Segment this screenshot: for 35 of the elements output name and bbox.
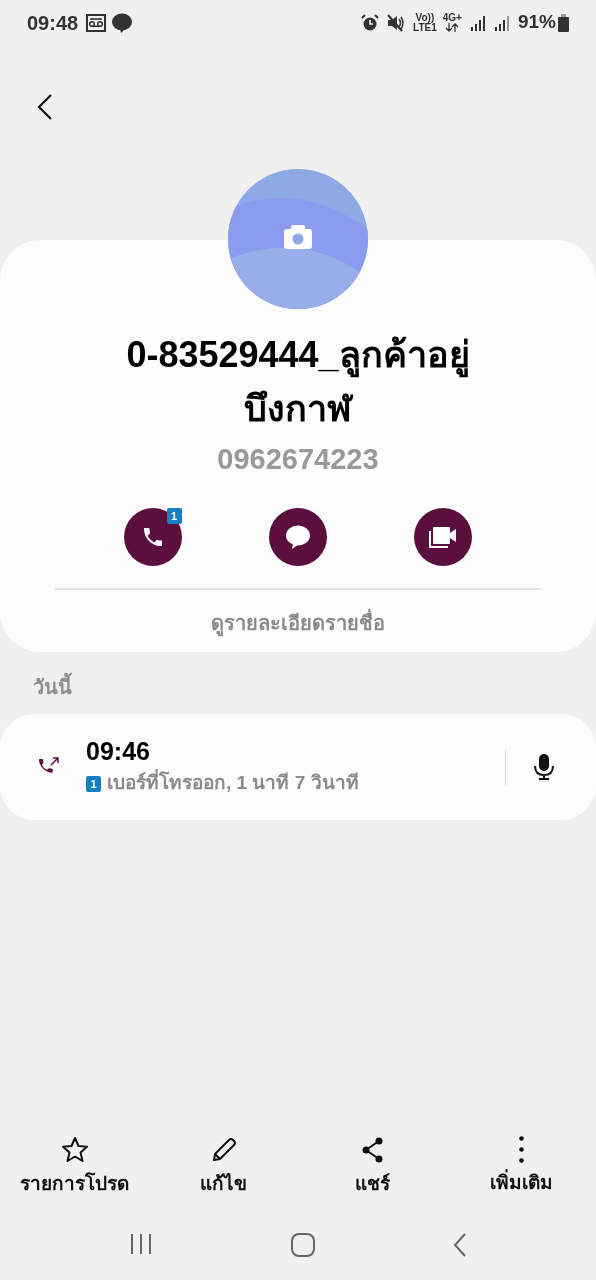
- signal-icon: [493, 14, 510, 31]
- data-arrows-icon: [445, 23, 460, 32]
- section-heading: วันนี้: [33, 671, 72, 702]
- signal-icon: [469, 14, 486, 31]
- mute-icon: [387, 13, 406, 32]
- volte-label: Vo)): [415, 12, 435, 23]
- contact-name: 0-83529444_ลูกค้าอยู่ บึงกาฬ: [126, 333, 470, 431]
- star-icon: [60, 1136, 89, 1164]
- call-button[interactable]: 1: [123, 507, 182, 566]
- alarm-icon: [361, 13, 380, 32]
- chat-bubble-icon: [285, 523, 311, 550]
- call-log-card[interactable]: 09:46 1 เบอร์ที่โทรออก, 1 นาที 7 วินาที: [0, 713, 596, 820]
- toolbar-button[interactable]: แก้ไข: [149, 1136, 298, 1199]
- battery-percent: 91%: [517, 10, 556, 35]
- video-camera-icon: [428, 524, 459, 549]
- phone-number: 0962674223: [217, 442, 379, 477]
- toolbar-button[interactable]: รายการโปรด: [0, 1136, 149, 1199]
- chat-bubble-icon: [112, 12, 133, 33]
- back-icon[interactable]: [36, 93, 54, 121]
- home-icon[interactable]: [290, 1232, 316, 1258]
- battery-icon: [558, 13, 569, 32]
- message-button[interactable]: [269, 507, 327, 566]
- lte-label: LTE1: [413, 22, 437, 33]
- call-time: 09:46: [86, 736, 151, 768]
- sim-badge: 1: [86, 775, 101, 792]
- status-time: 09:48: [27, 10, 79, 36]
- more-icon: [519, 1136, 524, 1163]
- network-label: 4G+: [442, 13, 462, 23]
- recent-apps-icon[interactable]: [128, 1232, 154, 1256]
- sim-badge: 1: [166, 507, 182, 524]
- microphone-icon[interactable]: [534, 752, 554, 781]
- toolbar-button[interactable]: แชร์: [298, 1136, 447, 1199]
- toolbar-button[interactable]: เพิ่มเติม: [447, 1136, 596, 1199]
- call-description: เบอร์ที่โทรออก, 1 นาที 7 วินาที: [107, 769, 359, 798]
- voicemail-icon: [86, 13, 107, 32]
